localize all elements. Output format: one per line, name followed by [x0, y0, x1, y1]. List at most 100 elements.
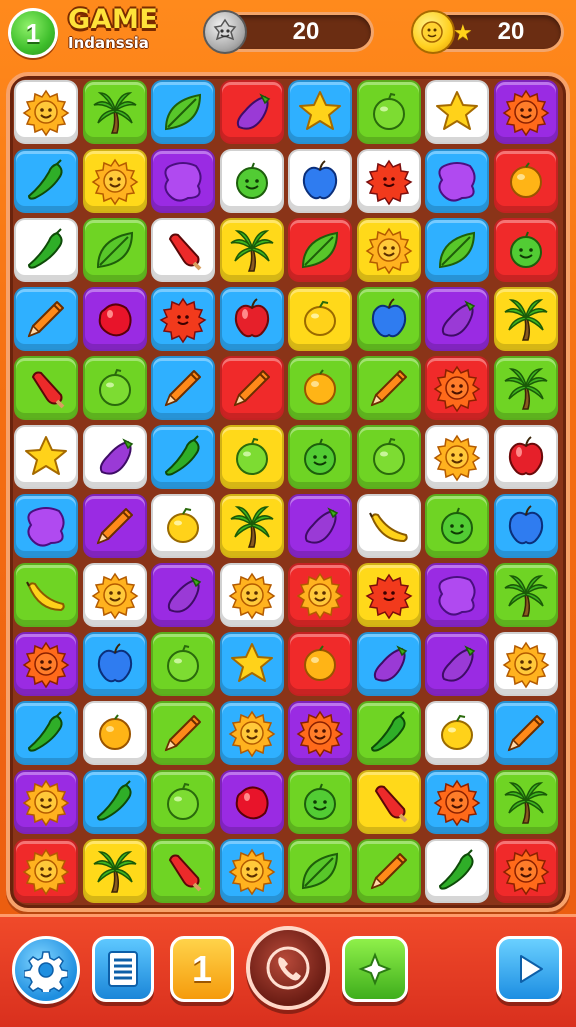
tile-r8-c3[interactable]	[151, 563, 215, 627]
tile-r9-c1[interactable]	[14, 632, 78, 696]
tile-r10-c1[interactable]	[14, 701, 78, 765]
tile-r4-c1[interactable]	[14, 287, 78, 351]
booster-button[interactable]	[342, 936, 408, 1002]
tile-r5-c5[interactable]	[288, 356, 352, 420]
tile-r4-c2[interactable]	[82, 287, 147, 351]
tile-r10-c5[interactable]	[288, 701, 352, 765]
tile-r7-c1[interactable]	[14, 494, 78, 558]
tile-r7-c8[interactable]	[493, 494, 558, 558]
tile-r1-c6[interactable]	[356, 80, 421, 144]
tile-r7-c7[interactable]	[425, 494, 489, 558]
tile-r3-c7[interactable]	[425, 218, 489, 282]
tile-r9-c6[interactable]	[356, 632, 421, 696]
tile-r4-c6[interactable]	[356, 287, 421, 351]
tile-r8-c2[interactable]	[82, 563, 147, 627]
tile-r5-c4[interactable]	[219, 356, 284, 420]
tile-r9-c7[interactable]	[425, 632, 489, 696]
tile-r11-c5[interactable]	[288, 770, 352, 834]
tile-r1-c7[interactable]	[425, 80, 489, 144]
level-badge[interactable]: 1	[8, 8, 58, 58]
call-button[interactable]	[246, 926, 330, 1010]
tile-r6-c8[interactable]	[493, 425, 558, 489]
tile-r1-c1[interactable]	[14, 80, 78, 144]
tile-r2-c4[interactable]	[219, 149, 284, 213]
tile-r7-c3[interactable]	[151, 494, 215, 558]
tile-r11-c4[interactable]	[219, 770, 284, 834]
tile-r6-c4[interactable]	[219, 425, 284, 489]
tile-r12-c2[interactable]	[82, 839, 147, 903]
tile-r3-c4[interactable]	[219, 218, 284, 282]
tile-r1-c5[interactable]	[288, 80, 352, 144]
tile-r9-c8[interactable]	[493, 632, 558, 696]
tile-r2-c1[interactable]	[14, 149, 78, 213]
tile-r4-c3[interactable]	[151, 287, 215, 351]
tile-r4-c8[interactable]	[493, 287, 558, 351]
tile-r3-c2[interactable]	[82, 218, 147, 282]
tile-r10-c4[interactable]	[219, 701, 284, 765]
tile-r3-c6[interactable]	[356, 218, 421, 282]
play-button[interactable]	[496, 936, 562, 1002]
tile-r8-c6[interactable]	[356, 563, 421, 627]
tile-r8-c5[interactable]	[288, 563, 352, 627]
tile-r9-c5[interactable]	[288, 632, 352, 696]
tile-r12-c3[interactable]	[151, 839, 215, 903]
settings-button[interactable]	[12, 936, 80, 1004]
tile-r1-c3[interactable]	[151, 80, 215, 144]
tile-r12-c4[interactable]	[219, 839, 284, 903]
tile-r6-c5[interactable]	[288, 425, 352, 489]
tile-r7-c2[interactable]	[82, 494, 147, 558]
tile-r11-c2[interactable]	[82, 770, 147, 834]
tile-r6-c6[interactable]	[356, 425, 421, 489]
tile-r5-c8[interactable]	[493, 356, 558, 420]
tile-r1-c4[interactable]	[219, 80, 284, 144]
level-button[interactable]: 1	[170, 936, 234, 1002]
tile-r2-c2[interactable]	[82, 149, 147, 213]
tile-r5-c2[interactable]	[82, 356, 147, 420]
tile-r6-c2[interactable]	[82, 425, 147, 489]
tile-r3-c3[interactable]	[151, 218, 215, 282]
tile-r9-c3[interactable]	[151, 632, 215, 696]
menu-button[interactable]	[92, 936, 154, 1002]
tile-r7-c4[interactable]	[219, 494, 284, 558]
tile-r12-c1[interactable]	[14, 839, 78, 903]
tile-r9-c2[interactable]	[82, 632, 147, 696]
tile-r8-c8[interactable]	[493, 563, 558, 627]
tile-r1-c2[interactable]	[82, 80, 147, 144]
tile-r10-c3[interactable]	[151, 701, 215, 765]
tile-r5-c7[interactable]	[425, 356, 489, 420]
tile-r1-c8[interactable]	[493, 80, 558, 144]
tile-r3-c1[interactable]	[14, 218, 78, 282]
tile-r10-c6[interactable]	[356, 701, 421, 765]
tile-r6-c3[interactable]	[151, 425, 215, 489]
tile-r9-c4[interactable]	[219, 632, 284, 696]
tile-r3-c5[interactable]	[288, 218, 352, 282]
tile-r6-c7[interactable]	[425, 425, 489, 489]
tile-r10-c8[interactable]	[493, 701, 558, 765]
tile-r12-c5[interactable]	[288, 839, 352, 903]
tile-r11-c3[interactable]	[151, 770, 215, 834]
tile-r7-c6[interactable]	[356, 494, 421, 558]
tile-r11-c8[interactable]	[493, 770, 558, 834]
tile-r11-c1[interactable]	[14, 770, 78, 834]
tile-r12-c8[interactable]	[493, 839, 558, 903]
tile-r4-c5[interactable]	[288, 287, 352, 351]
tile-r8-c1[interactable]	[14, 563, 78, 627]
tile-r10-c2[interactable]	[82, 701, 147, 765]
tile-r3-c8[interactable]	[493, 218, 558, 282]
tile-r5-c3[interactable]	[151, 356, 215, 420]
tile-r4-c4[interactable]	[219, 287, 284, 351]
tile-r7-c5[interactable]	[288, 494, 352, 558]
tile-r10-c7[interactable]	[425, 701, 489, 765]
tile-r2-c7[interactable]	[425, 149, 489, 213]
tile-r2-c8[interactable]	[493, 149, 558, 213]
tile-r4-c7[interactable]	[425, 287, 489, 351]
tile-r5-c1[interactable]	[14, 356, 78, 420]
tile-r6-c1[interactable]	[14, 425, 78, 489]
tile-r8-c4[interactable]	[219, 563, 284, 627]
tile-r12-c6[interactable]	[356, 839, 421, 903]
tile-r8-c7[interactable]	[425, 563, 489, 627]
tile-r5-c6[interactable]	[356, 356, 421, 420]
tile-r11-c7[interactable]	[425, 770, 489, 834]
tile-r11-c6[interactable]	[356, 770, 421, 834]
tile-r2-c6[interactable]	[356, 149, 421, 213]
